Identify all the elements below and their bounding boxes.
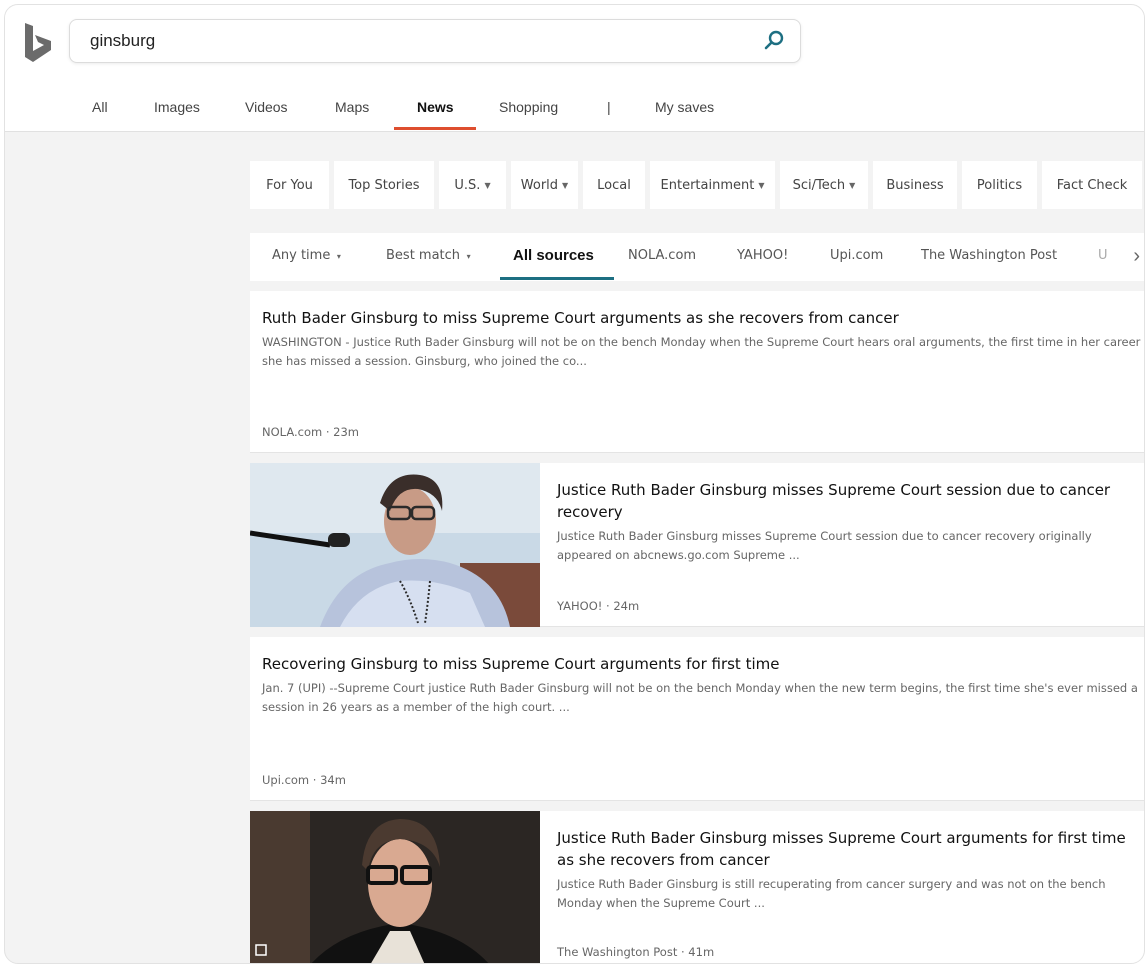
filter-sort[interactable]: Best match ▾ bbox=[386, 248, 471, 263]
news-card: Ruth Bader Ginsburg to miss Supreme Cour… bbox=[250, 291, 1144, 453]
caret-down-icon: ▾ bbox=[464, 252, 471, 261]
scope-images[interactable]: Images bbox=[154, 99, 200, 115]
scope-separator: | bbox=[607, 99, 611, 115]
article-title[interactable]: Justice Ruth Bader Ginsburg misses Supre… bbox=[557, 827, 1137, 871]
category-label: Fact Check bbox=[1056, 177, 1128, 193]
caret-down-icon: ▼ bbox=[849, 180, 856, 190]
category-label: Politics bbox=[976, 177, 1023, 193]
news-card: Justice Ruth Bader Ginsburg misses Supre… bbox=[250, 463, 1144, 627]
category-label: World bbox=[520, 177, 559, 193]
search-box bbox=[69, 19, 801, 63]
filter-time[interactable]: Any time ▾ bbox=[272, 248, 341, 263]
search-input[interactable] bbox=[90, 20, 750, 62]
article-snippet: Justice Ruth Bader Ginsburg is still rec… bbox=[557, 877, 1106, 910]
news-card: Recovering Ginsburg to miss Supreme Cour… bbox=[250, 637, 1144, 801]
article-title[interactable]: Justice Ruth Bader Ginsburg misses Supre… bbox=[557, 479, 1137, 523]
category-scitech[interactable]: Sci/Tech ▼ bbox=[780, 161, 868, 209]
browser-frame: All Images Videos Maps News Shopping | M… bbox=[4, 4, 1145, 964]
caret-down-icon: ▾ bbox=[334, 252, 341, 261]
category-politics[interactable]: Politics bbox=[962, 161, 1037, 209]
news-card: Justice Ruth Bader Ginsburg misses Supre… bbox=[250, 811, 1144, 964]
scope-shopping[interactable]: Shopping bbox=[499, 99, 558, 115]
filter-source-yahoo[interactable]: YAHOO! bbox=[737, 248, 788, 263]
filter-label: Any time bbox=[272, 248, 331, 263]
scope-my-saves[interactable]: My saves bbox=[655, 99, 714, 115]
article-source[interactable]: NOLA.com · 23m bbox=[262, 425, 359, 439]
category-label: Local bbox=[597, 177, 631, 193]
filter-label: Best match bbox=[386, 248, 461, 263]
scope-nav: All Images Videos Maps News Shopping | M… bbox=[5, 87, 1144, 132]
search-icon[interactable] bbox=[762, 29, 786, 53]
news-category-bar: For You Top Stories U.S. ▼ World ▼ Local E… bbox=[250, 161, 1144, 209]
article-title[interactable]: Ruth Bader Ginsburg to miss Supreme Cour… bbox=[262, 307, 1142, 329]
active-scope-underline bbox=[394, 127, 476, 130]
filter-all-sources[interactable]: All sources bbox=[513, 247, 594, 264]
caret-down-icon: ▼ bbox=[484, 180, 491, 190]
article-thumbnail[interactable] bbox=[250, 811, 540, 964]
article-source[interactable]: Upi.com · 34m bbox=[262, 773, 346, 787]
category-entertainment[interactable]: Entertainment ▼ bbox=[650, 161, 775, 209]
scope-all[interactable]: All bbox=[92, 99, 108, 115]
active-filter-underline bbox=[500, 277, 614, 280]
filter-source-truncated[interactable]: U bbox=[1098, 248, 1108, 263]
filter-source-nola[interactable]: NOLA.com bbox=[628, 248, 696, 263]
header: All Images Videos Maps News Shopping | M… bbox=[5, 5, 1144, 132]
scope-maps[interactable]: Maps bbox=[335, 99, 369, 115]
category-label: U.S. bbox=[454, 177, 481, 193]
category-world[interactable]: World ▼ bbox=[511, 161, 578, 209]
caret-down-icon: ▼ bbox=[562, 180, 569, 190]
category-for-you[interactable]: For You bbox=[250, 161, 329, 209]
category-label: Entertainment bbox=[660, 177, 755, 193]
article-thumbnail[interactable] bbox=[250, 463, 540, 627]
article-snippet: Jan. 7 (UPI) --Supreme Court justice Rut… bbox=[262, 681, 1138, 714]
article-snippet: WASHINGTON - Justice Ruth Bader Ginsburg… bbox=[262, 335, 1141, 368]
caret-down-icon: ▼ bbox=[758, 180, 765, 190]
chevron-right-icon[interactable]: › bbox=[1133, 245, 1140, 268]
filter-source-washington-post[interactable]: The Washington Post bbox=[921, 248, 1057, 263]
category-fact-check[interactable]: Fact Check bbox=[1042, 161, 1142, 209]
category-business[interactable]: Business bbox=[873, 161, 957, 209]
category-label: For You bbox=[266, 177, 313, 193]
scope-videos[interactable]: Videos bbox=[245, 99, 288, 115]
article-snippet: Justice Ruth Bader Ginsburg misses Supre… bbox=[557, 529, 1092, 562]
filter-source-upi[interactable]: Upi.com bbox=[830, 248, 883, 263]
scope-news[interactable]: News bbox=[417, 99, 454, 115]
category-us[interactable]: U.S. ▼ bbox=[439, 161, 506, 209]
category-label: Sci/Tech bbox=[792, 177, 846, 193]
article-title[interactable]: Recovering Ginsburg to miss Supreme Cour… bbox=[262, 653, 1142, 675]
filter-bar: Any time ▾ Best match ▾ All sources NOLA… bbox=[250, 233, 1144, 281]
category-local[interactable]: Local bbox=[583, 161, 645, 209]
category-top-stories[interactable]: Top Stories bbox=[334, 161, 434, 209]
article-source[interactable]: The Washington Post · 41m bbox=[557, 945, 714, 959]
article-source[interactable]: YAHOO! · 24m bbox=[557, 599, 639, 613]
category-label: Top Stories bbox=[348, 177, 420, 193]
category-label: Business bbox=[886, 177, 944, 193]
bing-logo-icon[interactable] bbox=[23, 23, 53, 63]
